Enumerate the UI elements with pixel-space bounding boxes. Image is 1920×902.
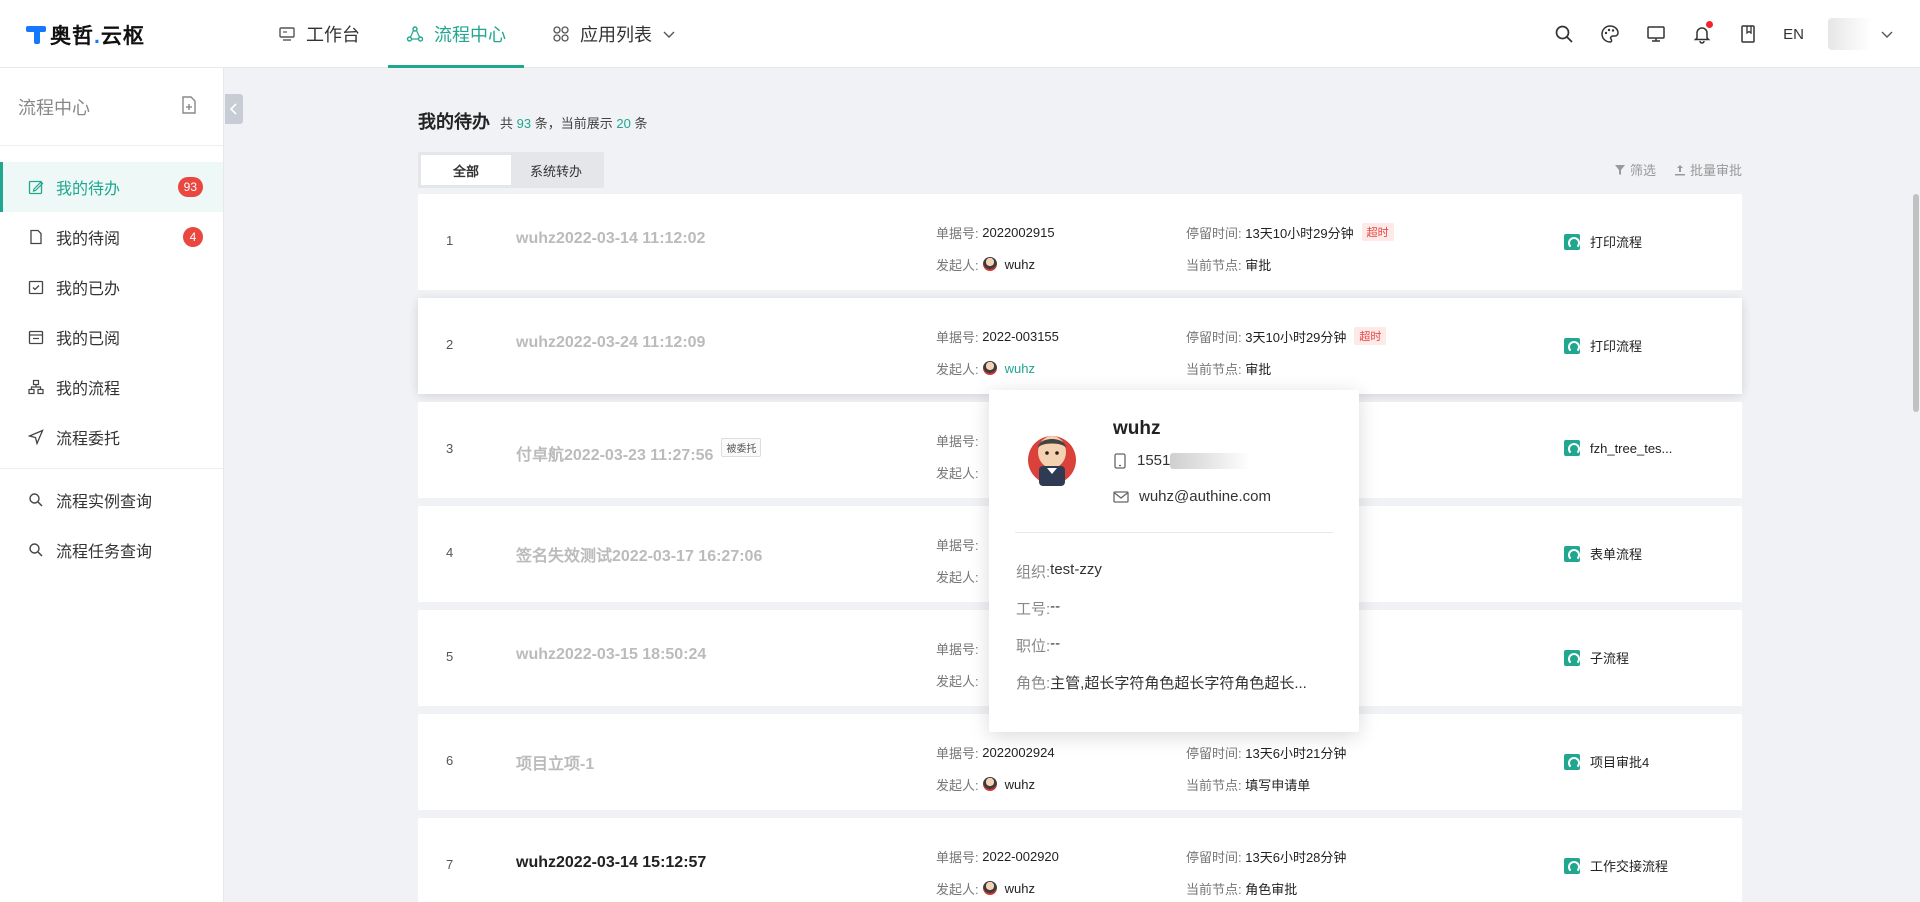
logo[interactable]: 奥哲.云枢 (26, 22, 145, 48)
sidebar-collapse-button[interactable] (225, 94, 243, 124)
overtime-badge: 超时 (1354, 327, 1387, 345)
sidebar: 流程中心 我的待办 93 我的待阅 4 我的已办 我的已阅 我的流程 流程委托 (0, 68, 224, 902)
avatar (982, 881, 997, 895)
desktop-icon[interactable] (1645, 23, 1667, 45)
sidebar-item-my-read[interactable]: 我的已阅 (0, 312, 223, 362)
sidebar-menu: 我的待办 93 我的待阅 4 我的已办 我的已阅 我的流程 流程委托 流程实例查… (0, 146, 223, 575)
list-item[interactable]: 7 wuhz2022-03-14 15:12:57 单据号: 2022-0029… (418, 818, 1742, 902)
list-item[interactable]: 1 wuhz2022-03-14 11:12:02 单据号: 202200291… (418, 194, 1742, 290)
toolbar: EN (1553, 0, 1894, 68)
scrollbar[interactable] (1912, 68, 1920, 902)
top-bar: 奥哲.云枢 工作台 流程中心 应用列表 EN (0, 0, 1920, 68)
upload-icon (1674, 164, 1685, 175)
list-actions: 筛选 批量审批 (1614, 160, 1742, 179)
list-item[interactable]: 2 wuhz2022-03-24 11:12:09 单据号: 2022-0031… (418, 298, 1742, 394)
flow-icon (406, 26, 424, 42)
sidebar-divider (0, 468, 223, 469)
popover-job-no: 工号: -- (1016, 598, 1061, 618)
sidebar-header: 流程中心 (0, 68, 223, 146)
tab-all[interactable]: 全部 (421, 155, 511, 185)
sidebar-item-task-query[interactable]: 流程任务查询 (0, 525, 223, 575)
send-icon (28, 429, 44, 445)
nav-item-workbench[interactable]: 工作台 (260, 0, 378, 68)
monitor-icon (279, 27, 295, 41)
chevron-down-icon (1881, 31, 1893, 38)
process-icon (1564, 337, 1580, 354)
calendar-check-icon (28, 279, 44, 295)
avatar (982, 257, 997, 271)
tab-system-transfer[interactable]: 系统转办 (511, 155, 601, 185)
tab-bar: 全部 系统转办 (418, 152, 604, 188)
process-icon (1564, 233, 1580, 250)
sidebar-item-my-done[interactable]: 我的已办 (0, 262, 223, 312)
process-icon (1564, 649, 1580, 666)
user-avatar-icon (1028, 436, 1076, 486)
search-icon[interactable] (1553, 23, 1575, 45)
item-title[interactable]: 项目立项-1 (516, 750, 594, 774)
popover-email: wuhz@authine.com (1113, 488, 1271, 505)
count-summary: 共 93 条，当前展示 20 条 (500, 116, 648, 131)
item-title[interactable]: wuhz2022-03-24 11:12:09 (516, 334, 705, 352)
todo-count-badge: 93 (177, 177, 203, 197)
nav-item-app-list[interactable]: 应用列表 (534, 0, 694, 68)
user-info-popover: wuhz 1551 wuhz@authine.com 组织: test-zzy 工… (989, 390, 1359, 732)
process-icon (1564, 753, 1580, 770)
search-icon (28, 492, 44, 508)
item-title[interactable]: wuhz2022-03-14 11:12:02 (516, 230, 705, 248)
delegated-tag: 被委托 (721, 438, 762, 457)
filter-icon (1614, 164, 1625, 175)
chevron-left-icon (229, 103, 237, 115)
search-icon (28, 542, 44, 558)
popover-org: 组织: test-zzy (1016, 561, 1102, 581)
sidebar-title: 流程中心 (18, 97, 90, 118)
avatar (1828, 18, 1872, 50)
edit-icon (28, 179, 44, 195)
popover-user-name: wuhz (1113, 418, 1161, 439)
palette-icon[interactable] (1599, 23, 1621, 45)
book-icon[interactable] (1737, 23, 1759, 45)
process-icon (1564, 440, 1580, 456)
sidebar-item-my-toread[interactable]: 我的待阅 4 (0, 212, 223, 262)
bell-icon[interactable] (1691, 21, 1714, 45)
new-document-icon[interactable] (179, 95, 199, 118)
main-nav: 工作台 流程中心 应用列表 (260, 0, 704, 68)
hierarchy-icon (28, 379, 44, 395)
language-switch[interactable]: EN (1783, 26, 1804, 43)
avatar (982, 361, 997, 375)
process-icon (1564, 857, 1580, 874)
mail-icon (1113, 490, 1129, 503)
user-menu[interactable] (1828, 18, 1894, 50)
phone-icon (1114, 452, 1126, 469)
overtime-badge: 超时 (1361, 223, 1394, 241)
nav-item-process-center[interactable]: 流程中心 (388, 0, 524, 68)
item-title[interactable]: 付卓航2022-03-23 11:27:56 被委托 (516, 438, 762, 465)
popover-divider (1015, 532, 1333, 533)
popover-position: 职位: -- (1016, 635, 1061, 655)
item-title[interactable]: wuhz2022-03-15 18:50:24 (516, 646, 706, 664)
toread-count-badge: 4 (183, 227, 203, 247)
logo-mark-icon (26, 24, 46, 46)
sidebar-item-my-todo[interactable]: 我的待办 93 (0, 162, 223, 212)
chevron-down-icon (663, 31, 675, 38)
sidebar-item-my-process[interactable]: 我的流程 (0, 362, 223, 412)
sidebar-item-delegate[interactable]: 流程委托 (0, 412, 223, 462)
avatar (982, 777, 997, 791)
apps-icon (553, 26, 569, 42)
process-icon (1564, 545, 1580, 562)
filter-button[interactable]: 筛选 (1614, 160, 1656, 179)
popover-phone: 1551 (1113, 452, 1251, 470)
redacted-text (1170, 453, 1251, 470)
page-title: 我的待办 共 93 条，当前展示 20 条 (418, 112, 648, 132)
sidebar-item-instance-query[interactable]: 流程实例查询 (0, 475, 223, 525)
batch-approve-button[interactable]: 批量审批 (1674, 160, 1742, 179)
scrollbar-thumb[interactable] (1913, 194, 1919, 412)
document-icon (28, 229, 44, 245)
calendar-icon (28, 329, 44, 345)
item-title[interactable]: 签名失效测试2022-03-17 16:27:06 (516, 542, 762, 566)
popover-role: 角色: 主管,超长字符角色超长字符角色超长... (1016, 675, 1307, 692)
item-title[interactable]: wuhz2022-03-14 15:12:57 (516, 854, 706, 872)
